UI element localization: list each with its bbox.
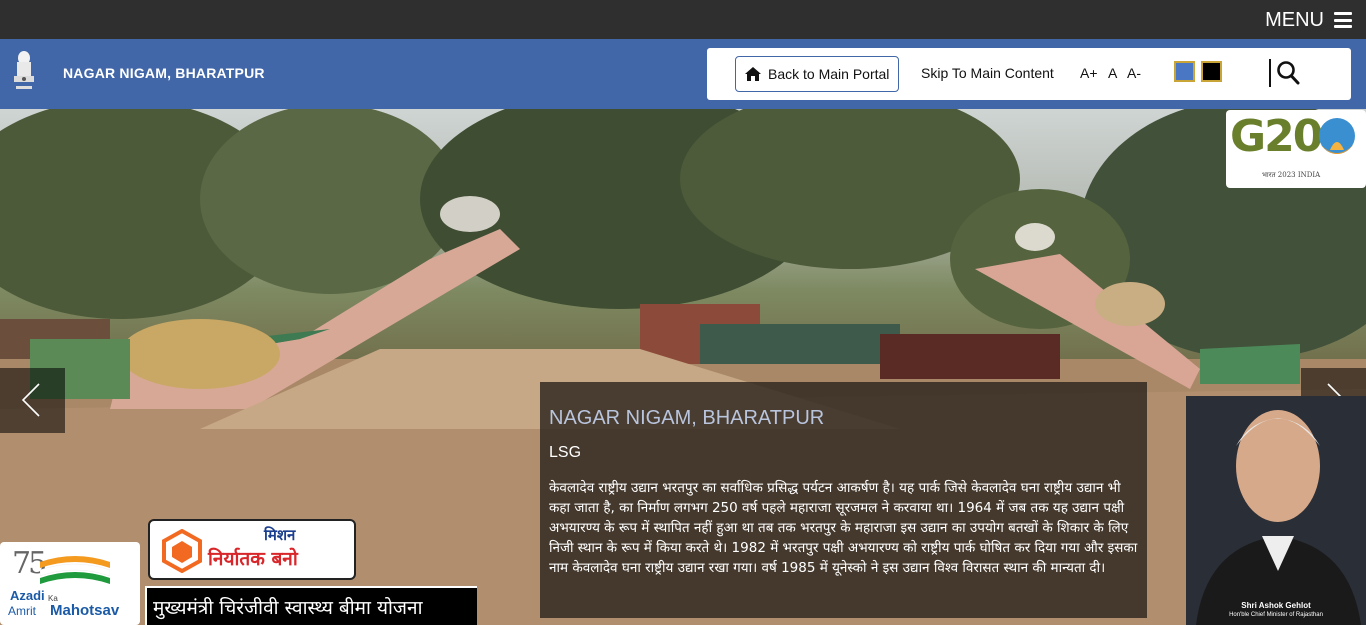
accessibility-toolbox: Back to Main Portal Skip To Main Content… [707,48,1351,100]
search-icon[interactable] [1276,60,1300,86]
site-header: NAGAR NIGAM, BHARATPUR Back to Main Port… [0,39,1366,109]
top-bar: MENU [0,0,1366,39]
dark-theme-button[interactable] [1201,61,1222,82]
chevron-left-icon [21,383,40,417]
font-decrease-button[interactable]: A- [1127,65,1141,81]
prev-slide-button[interactable] [0,368,65,433]
caption-title: NAGAR NIGAM, BHARATPUR [549,407,825,429]
cm-role: Hon'ble Chief Minister of Rajasthan [1229,612,1323,618]
back-to-main-portal-button[interactable]: Back to Main Portal [735,56,899,92]
mission-line2: निर्यातक बनो [208,548,298,570]
chiranjeevi-scheme-banner[interactable]: मुख्यमंत्री चिरंजीवी स्वास्थ्य बीमा योजन… [145,586,477,625]
mission-logo-icon [162,529,202,573]
tricolor-flag-icon [40,556,110,584]
chief-minister-photo[interactable]: Shri Ashok Gehlot Hon'ble Chief Minister… [1186,396,1366,625]
back-to-main-portal-label: Back to Main Portal [768,66,890,82]
mission-niryatak-bano-banner[interactable]: मिशन निर्यातक बनो [148,519,356,580]
mission-line1: मिशन [264,526,296,544]
g20-logo-text: G20 [1230,111,1323,162]
site-title[interactable]: NAGAR NIGAM, BHARATPUR [63,65,265,81]
blue-theme-button[interactable] [1174,61,1195,82]
azadi-ka-amrit-mahotsav-logo[interactable]: 75 Azadi Ka Amrit Mahotsav [0,542,140,625]
azadi-line1: Azadi [10,588,45,603]
slide-caption: NAGAR NIGAM, BHARATPUR LSG केवलादेव राष्… [540,382,1147,618]
hamburger-icon [1334,12,1352,28]
state-emblem-icon[interactable] [8,48,40,96]
g20-subtext: भारत 2023 INDIA [1262,171,1321,179]
toolbar-divider [1269,59,1271,87]
hero-slider: NAGAR NIGAM, BHARATPUR LSG केवलादेव राष्… [0,109,1366,625]
skip-to-main-content-link[interactable]: Skip To Main Content [921,65,1054,81]
home-icon [745,67,761,81]
g20-logo[interactable]: G20 भारत 2023 INDIA [1226,110,1366,188]
azadi-line3: Mahotsav [50,602,120,619]
caption-subtitle: LSG [549,444,582,461]
azadi-line2: Amrit [8,604,36,618]
font-normal-button[interactable]: A [1108,65,1117,81]
caption-body: केवलादेव राष्ट्रीय उद्यान भरतपुर का सर्व… [549,480,1138,576]
portrait-image [1186,396,1366,625]
cm-name: Shri Ashok Gehlot [1241,601,1311,610]
font-increase-button[interactable]: A+ [1080,65,1098,81]
menu-label: MENU [1265,8,1324,31]
lotus-globe-icon [1319,118,1355,154]
menu-button[interactable]: MENU [1265,6,1352,34]
